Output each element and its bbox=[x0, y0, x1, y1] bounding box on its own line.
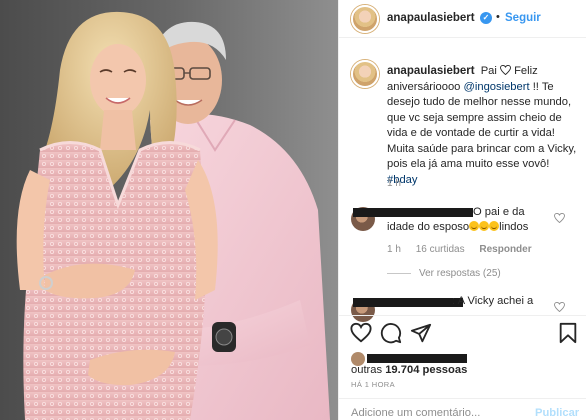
bookmark-icon[interactable] bbox=[557, 322, 579, 344]
comment-like-icon[interactable] bbox=[554, 302, 565, 312]
redacted-username bbox=[353, 298, 463, 307]
reply-button[interactable]: Responder bbox=[479, 244, 531, 255]
caption-avatar[interactable] bbox=[351, 60, 379, 88]
author-username[interactable]: anapaulasiebert bbox=[387, 12, 475, 24]
separator-dot: • bbox=[496, 11, 500, 23]
comment-composer: Publicar bbox=[339, 398, 586, 420]
caption-mention[interactable]: @ingosiebert bbox=[464, 81, 530, 93]
likes-summary[interactable]: outras 19.704 pessoas bbox=[351, 364, 467, 376]
follow-button[interactable]: Seguir bbox=[505, 12, 541, 24]
comment-meta: 1 h 16 curtidas Responder bbox=[387, 244, 544, 255]
photo-illustration bbox=[0, 0, 338, 420]
post-actions-bar bbox=[339, 315, 586, 349]
heart-outline-icon[interactable] bbox=[350, 322, 372, 344]
post-photo[interactable] bbox=[0, 0, 338, 420]
verified-badge-icon: ✓ bbox=[480, 12, 492, 24]
heart-emoji-icon bbox=[500, 65, 511, 75]
replies-divider bbox=[387, 273, 411, 274]
comment-text: : A Vicky achei a bbox=[452, 295, 534, 307]
post-caption: anapaulasiebert Pai Feliz aniversárioooo… bbox=[387, 64, 582, 188]
comment-likes[interactable]: 16 curtidas bbox=[416, 244, 465, 255]
comment-text-part: idade do esposo bbox=[387, 221, 470, 233]
comment-text-line1: O pai e da bbox=[473, 206, 525, 218]
caption-text-start: Pai bbox=[480, 65, 497, 77]
redacted-username bbox=[353, 208, 473, 217]
post-header: anapaulasiebert ✓ • Seguir bbox=[339, 0, 586, 38]
comment-like-icon[interactable] bbox=[554, 213, 565, 223]
comment-text-part: lindos bbox=[499, 221, 529, 233]
comment-input[interactable] bbox=[351, 406, 521, 420]
author-avatar[interactable] bbox=[351, 5, 379, 33]
likes-prefix: outras bbox=[351, 364, 383, 376]
laughing-emoji-icon bbox=[489, 221, 500, 231]
laughing-emoji-icon bbox=[479, 221, 490, 231]
likes-count[interactable]: 19.704 pessoas bbox=[385, 364, 467, 376]
laughing-emoji-icon bbox=[469, 221, 480, 231]
paper-plane-icon[interactable] bbox=[410, 322, 432, 344]
post-age[interactable]: HÁ 1 HORA bbox=[351, 380, 395, 389]
view-replies-button[interactable]: Ver respostas (25) bbox=[419, 268, 501, 279]
caption-timestamp[interactable]: 1 h bbox=[387, 178, 401, 189]
post-side-panel: anapaulasiebert ✓ • Seguir anapaulasiebe… bbox=[338, 0, 586, 420]
comment-time[interactable]: 1 h bbox=[387, 244, 401, 255]
redacted-liker bbox=[367, 354, 467, 363]
caption-username[interactable]: anapaulasiebert bbox=[387, 65, 475, 77]
speech-bubble-icon[interactable] bbox=[380, 322, 402, 344]
caption-text-body: !! Te desejo tudo de melhor nesse mundo,… bbox=[387, 80, 577, 171]
publish-button[interactable]: Publicar bbox=[535, 407, 579, 419]
comment-text-line2: idade do esposo lindos bbox=[387, 220, 528, 235]
